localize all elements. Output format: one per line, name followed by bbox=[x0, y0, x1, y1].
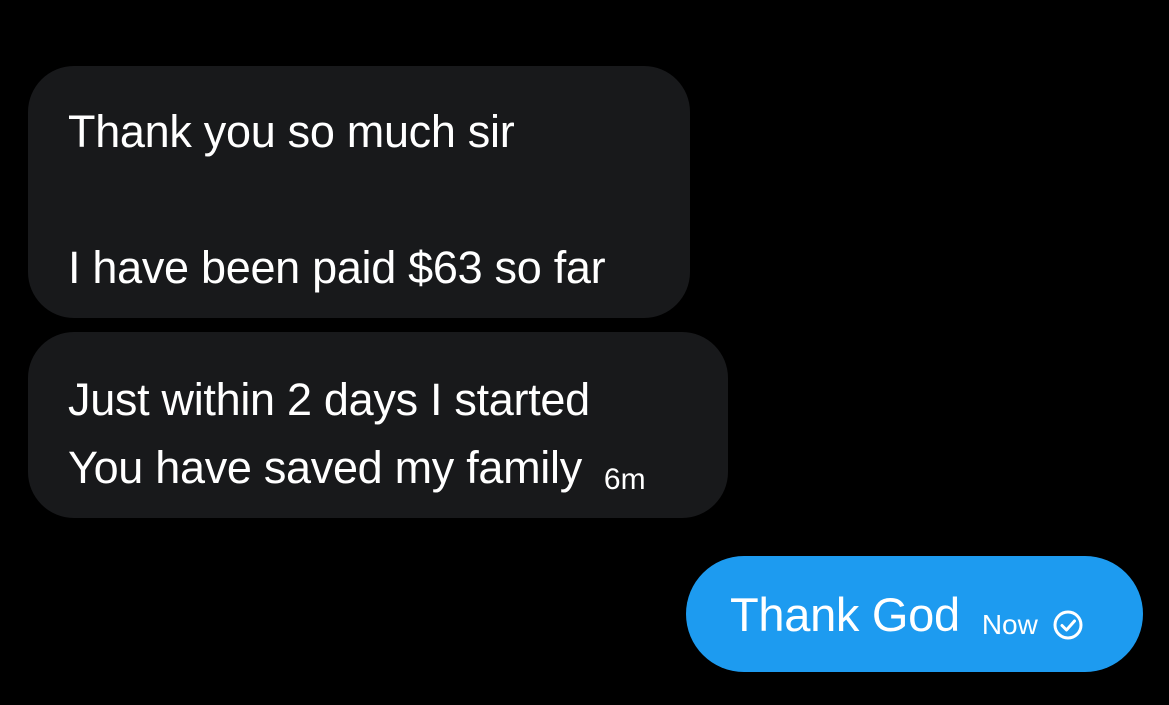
outgoing-message-bubble[interactable]: Thank God Now bbox=[686, 556, 1143, 672]
message-text: Thank you so much sir bbox=[68, 106, 515, 157]
message-text: Just within 2 days I started bbox=[68, 374, 590, 425]
message-text: Thank God bbox=[730, 587, 960, 641]
message-meta: Now bbox=[982, 609, 1084, 641]
message-timestamp: 6m bbox=[603, 463, 646, 496]
incoming-message-bubble[interactable]: Just within 2 days I started You have sa… bbox=[28, 332, 728, 518]
message-text: I have been paid $63 so far bbox=[68, 241, 606, 293]
message-text: You have saved my family bbox=[68, 441, 582, 493]
incoming-message-bubble[interactable]: Thank you so much sir I have been paid $… bbox=[28, 66, 690, 318]
sent-check-icon bbox=[1053, 610, 1083, 640]
message-last-line: You have saved my family 6m bbox=[68, 434, 688, 502]
message-timestamp: Now bbox=[981, 609, 1038, 640]
